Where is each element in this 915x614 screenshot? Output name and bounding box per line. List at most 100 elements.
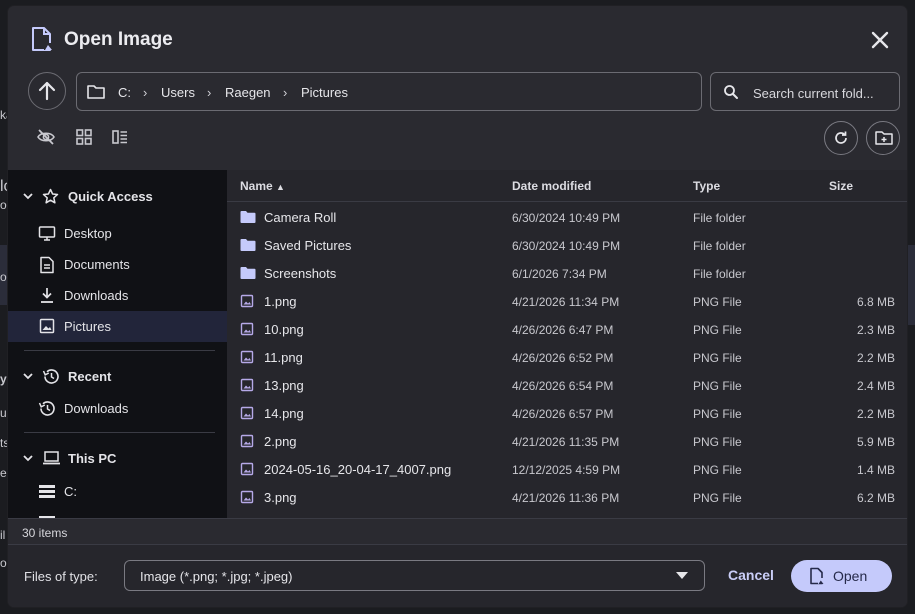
sidebar-item-label: Desktop — [64, 226, 112, 241]
file-row[interactable]: 1.png 4/21/2026 11:34 PM PNG File 6.8 MB — [227, 287, 907, 315]
status-bar: 30 items — [8, 518, 907, 545]
background-panel — [907, 245, 915, 325]
breadcrumb-item[interactable]: Pictures — [301, 85, 348, 100]
file-row[interactable]: 11.png 4/26/2026 6:52 PM PNG File 2.2 MB — [227, 343, 907, 371]
image-file-icon — [240, 462, 254, 476]
file-type: PNG File — [693, 463, 742, 477]
refresh-icon — [835, 131, 847, 144]
sidebar-item-drive-c[interactable]: C: — [8, 476, 227, 507]
title-bar: Open Image — [8, 6, 907, 72]
file-type: PNG File — [693, 407, 742, 421]
breadcrumb-item[interactable]: Users — [161, 85, 195, 100]
open-button[interactable]: Open — [791, 560, 892, 592]
file-date: 4/26/2026 6:57 PM — [512, 407, 614, 421]
image-file-icon — [240, 378, 254, 392]
file-size: 5.9 MB — [856, 435, 895, 449]
file-row[interactable]: 14.png 4/26/2026 6:57 PM PNG File 2.2 MB — [227, 399, 907, 427]
sidebar-item-documents[interactable]: Documents — [8, 249, 227, 280]
file-row[interactable]: 2024-05-16_20-04-17_4007.png 12/12/2025 4… — [227, 455, 907, 483]
file-type: File folder — [693, 267, 746, 281]
file-size: 2.3 MB — [856, 323, 895, 337]
file-name: 10.png — [264, 322, 304, 337]
sidebar-item-desktop[interactable]: Desktop — [8, 218, 227, 249]
file-date: 4/21/2026 11:34 PM — [512, 295, 620, 309]
sidebar-item-label: Downloads — [64, 288, 129, 303]
file-row[interactable]: Saved Pictures 6/30/2024 10:49 PM File fol… — [227, 231, 907, 259]
sidebar-item-recent-downloads[interactable]: Downloads — [8, 393, 227, 424]
file-name: Screenshots — [264, 266, 337, 281]
file-date: 4/26/2026 6:54 PM — [512, 379, 614, 393]
file-name: Saved Pictures — [264, 238, 352, 253]
file-size: 1.4 MB — [856, 463, 895, 477]
close-icon[interactable] — [866, 28, 894, 52]
file-row[interactable]: 2.png 4/21/2026 11:35 PM PNG File 5.9 MB — [227, 427, 907, 455]
file-row[interactable]: Screenshots 6/1/2026 7:34 PM File folder — [227, 259, 907, 287]
sidebar-item-pictures[interactable]: Pictures — [8, 311, 227, 342]
document-icon — [40, 256, 54, 274]
file-name: Camera Roll — [264, 210, 337, 225]
image-file-icon — [240, 350, 254, 364]
path-breadcrumb[interactable]: C: › Users › Raegen › Pictures — [76, 72, 702, 111]
column-header-name[interactable]: Name ▲ — [240, 179, 285, 193]
background-text: o — [0, 270, 7, 284]
file-row[interactable]: 3.png 4/21/2026 11:36 PM PNG File 6.2 MB — [227, 483, 907, 511]
image-file-icon — [810, 567, 824, 585]
eye-off-icon[interactable] — [36, 127, 56, 147]
sidebar-divider — [24, 432, 215, 433]
image-file-icon — [240, 294, 254, 308]
file-date: 4/26/2026 6:47 PM — [512, 323, 614, 337]
file-type: File folder — [693, 239, 746, 253]
sidebar-item-label: Documents — [64, 257, 130, 272]
file-name: 1.png — [264, 294, 297, 309]
sidebar-item-drive-d[interactable]: D: — [8, 507, 227, 518]
sidebar-heading: Quick Access — [68, 189, 153, 204]
file-name: 2.png — [264, 434, 297, 449]
refresh-button[interactable] — [824, 121, 858, 155]
column-header-type[interactable]: Type — [693, 179, 720, 193]
file-type: PNG File — [693, 491, 742, 505]
up-folder-button[interactable] — [28, 72, 66, 110]
file-size: 6.8 MB — [856, 295, 895, 309]
sidebar-heading: Recent — [68, 369, 112, 384]
chevron-right-icon: › — [283, 85, 288, 100]
details-view-icon[interactable] — [110, 127, 130, 147]
history-icon — [38, 401, 55, 416]
image-file-icon — [240, 406, 254, 420]
file-name: 11.png — [264, 350, 303, 365]
cancel-button[interactable]: Cancel — [728, 567, 774, 583]
chevron-down-icon — [23, 455, 33, 462]
arrow-up-icon — [38, 81, 56, 101]
file-date: 6/30/2024 10:49 PM — [512, 239, 621, 253]
search-input[interactable] — [751, 81, 895, 105]
file-name: 3.png — [264, 490, 297, 505]
sidebar-section-this-pc[interactable]: This PC — [8, 443, 227, 474]
file-date: 6/1/2026 7:34 PM — [512, 267, 607, 281]
background-text: o — [0, 198, 7, 212]
header-divider — [227, 201, 907, 202]
drive-icon — [39, 485, 55, 498]
folder-icon — [240, 267, 256, 279]
file-row[interactable]: 13.png 4/26/2026 6:54 PM PNG File 2.4 MB — [227, 371, 907, 399]
breadcrumb-item[interactable]: Raegen — [225, 85, 271, 100]
file-date: 6/30/2024 10:49 PM — [512, 211, 621, 225]
file-date: 4/26/2026 6:52 PM — [512, 351, 614, 365]
file-date: 4/21/2026 11:36 PM — [512, 491, 620, 505]
breadcrumb-item[interactable]: C: — [118, 85, 131, 100]
file-row[interactable]: Camera Roll 6/30/2024 10:49 PM File folder — [227, 203, 907, 231]
search-box[interactable] — [710, 72, 900, 111]
sidebar-section-recent[interactable]: Recent — [8, 361, 227, 392]
star-icon — [42, 188, 59, 204]
folder-icon — [240, 239, 256, 251]
item-count: 30 items — [22, 526, 68, 540]
column-header-size[interactable]: Size — [829, 179, 853, 193]
new-folder-button[interactable] — [866, 121, 900, 155]
sidebar-item-label: C: — [64, 484, 77, 499]
file-type-select[interactable]: Image (*.png; *.jpg; *.jpeg) — [124, 560, 705, 591]
grid-view-icon[interactable] — [74, 127, 94, 147]
column-header-date[interactable]: Date modified — [512, 179, 591, 193]
desktop-icon — [38, 226, 56, 241]
sidebar-section-quick-access[interactable]: Quick Access — [8, 181, 227, 212]
sidebar-item-downloads[interactable]: Downloads — [8, 280, 227, 311]
folder-icon — [87, 85, 105, 99]
file-row[interactable]: 10.png 4/26/2026 6:47 PM PNG File 2.3 MB — [227, 315, 907, 343]
